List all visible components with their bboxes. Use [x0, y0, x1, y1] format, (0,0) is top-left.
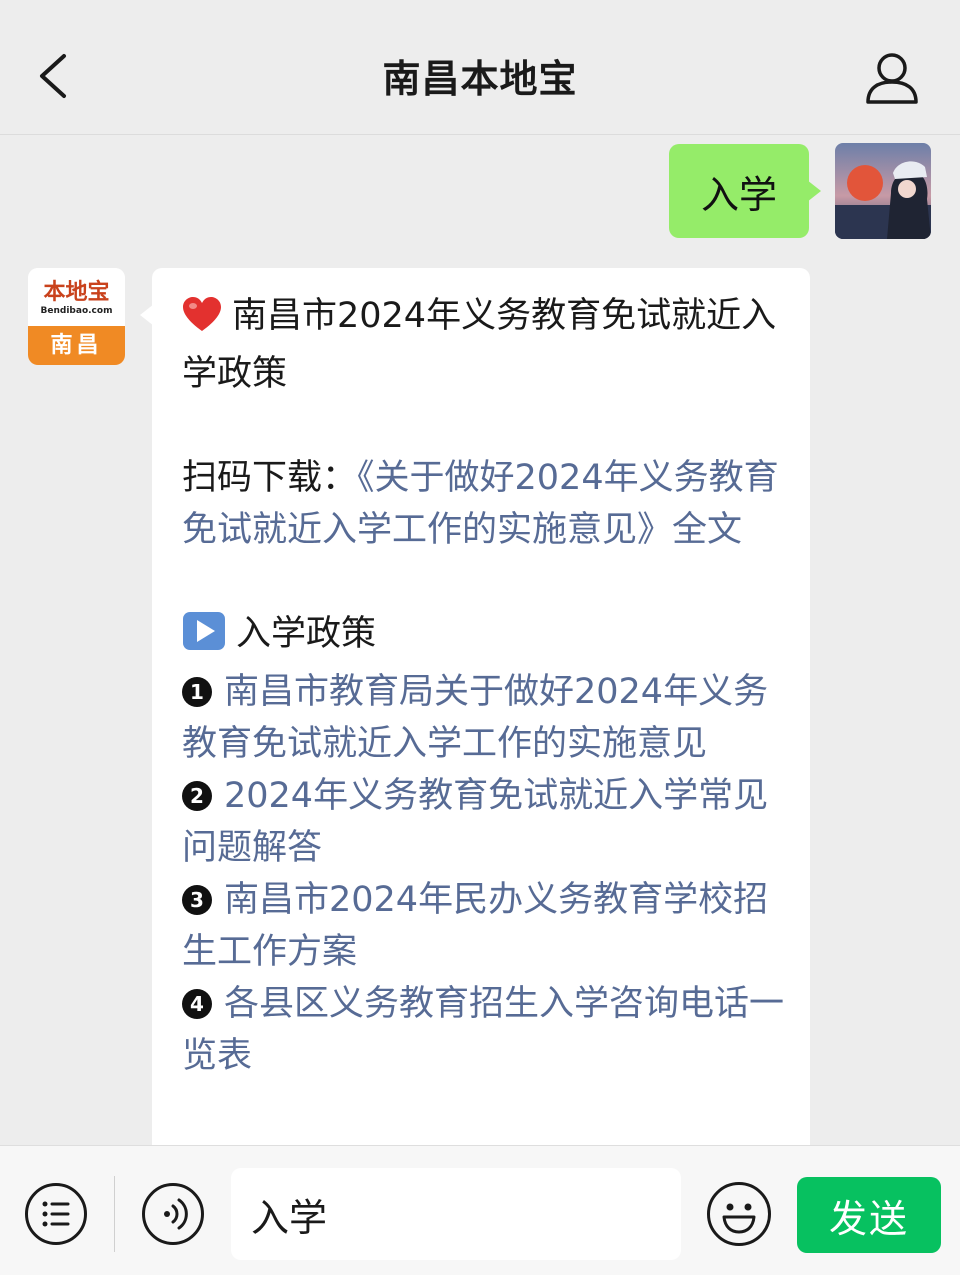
number-badge: 2 — [182, 781, 212, 811]
send-button[interactable]: 发送 — [797, 1177, 941, 1253]
bot-avatar-city: 南昌 — [28, 326, 125, 365]
download-label: 扫码下载： — [182, 458, 358, 498]
red-heart-icon — [182, 296, 222, 348]
top-bar: 南昌本地宝 — [0, 0, 960, 135]
profile-icon[interactable] — [862, 50, 922, 106]
page-title: 南昌本地宝 — [382, 57, 578, 101]
section-heading: 入学政策 — [182, 608, 786, 666]
policy-link[interactable]: 各县区义务教育招生入学咨询电话一览表 — [182, 984, 784, 1076]
bot-message-bubble: 南昌市2024年义务教育免试就近入学政策 扫码下载：《关于做好2024年义务教育… — [140, 268, 810, 1145]
number-badge: 3 — [182, 885, 212, 915]
list-item: 2 2024年义务教育免试就近入学常见问题解答 — [182, 770, 786, 874]
list-item: 3 南昌市2024年民办义务教育学校招生工作方案 — [182, 874, 786, 978]
menu-icon[interactable] — [25, 1183, 87, 1245]
download-line: 扫码下载：《关于做好2024年义务教育免试就近入学工作的实施意见》全文 — [182, 452, 786, 556]
bot-avatar-url: Bendibao.com — [40, 306, 113, 316]
message-title-line: 南昌市2024年义务教育免试就近入学政策 — [182, 290, 786, 400]
policy-link[interactable]: 2024年义务教育免试就近入学常见问题解答 — [182, 776, 768, 868]
voice-icon[interactable] — [142, 1183, 204, 1245]
policy-link[interactable]: 南昌市教育局关于做好2024年义务教育免试就近入学工作的实施意见 — [182, 672, 768, 764]
number-badge: 4 — [182, 989, 212, 1019]
user-avatar[interactable] — [835, 143, 931, 239]
number-badge: 1 — [182, 677, 212, 707]
emoji-icon[interactable] — [707, 1182, 771, 1246]
user-message-text: 入学 — [700, 172, 777, 217]
input-bar: 发送 — [0, 1145, 960, 1275]
play-button-icon — [182, 611, 226, 666]
policy-link[interactable]: 南昌市2024年民办义务教育学校招生工作方案 — [182, 880, 768, 972]
message-input[interactable] — [231, 1168, 681, 1260]
user-message-bubble[interactable]: 入学 — [669, 144, 821, 238]
list-item: 4 各县区义务教育招生入学咨询电话一览表 — [182, 978, 786, 1082]
bot-avatar-brand: 本地宝 — [43, 279, 110, 305]
chat-area[interactable]: 入学 本地宝 Bendibao.com 南昌 南昌市2024年义务教育免试就近入… — [0, 135, 960, 1145]
bot-avatar[interactable]: 本地宝 Bendibao.com 南昌 — [28, 268, 125, 365]
section-title: 入学政策 — [236, 614, 377, 654]
message-title: 南昌市2024年义务教育免试就近入学政策 — [182, 296, 777, 394]
list-item: 1 南昌市教育局关于做好2024年义务教育免试就近入学工作的实施意见 — [182, 666, 786, 770]
